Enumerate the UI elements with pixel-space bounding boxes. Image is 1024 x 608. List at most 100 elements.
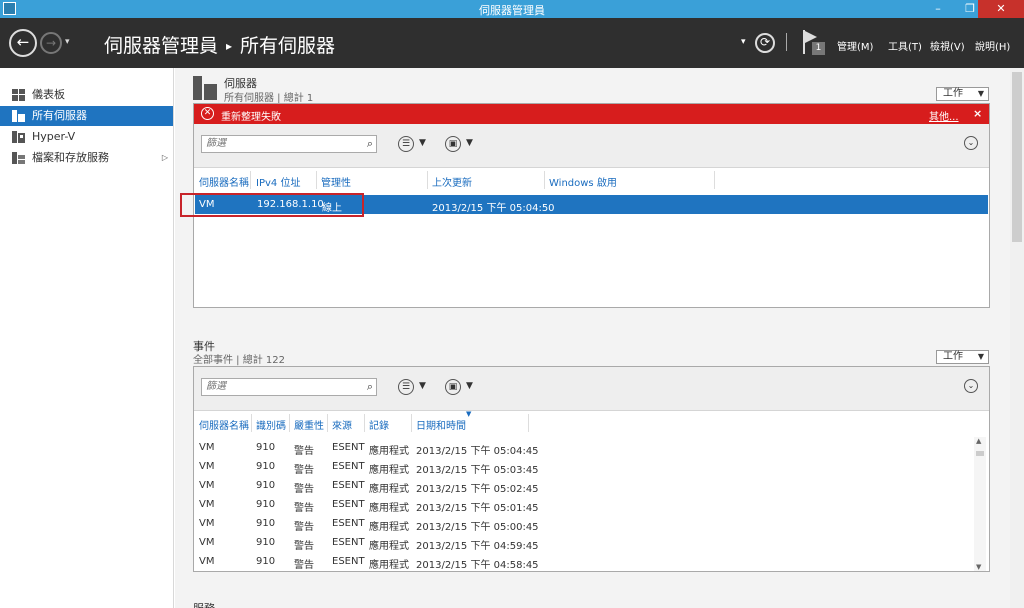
cell-severity: 警告 — [294, 560, 314, 571]
cell-log: 應用程式 — [369, 503, 409, 514]
tasks-label: 工作 — [943, 351, 963, 362]
cell-id: 910 — [256, 537, 276, 548]
cell-datetime: 2013/2/15 下午 05:00:45 — [416, 522, 539, 533]
list-view-dropdown[interactable]: ▼ — [419, 381, 426, 391]
dashboard-icon — [12, 89, 25, 101]
cell-source: ESENT — [332, 518, 365, 529]
cell-id: 910 — [256, 556, 276, 567]
header-divider — [786, 33, 787, 51]
scroll-up-icon[interactable]: ▲ — [976, 437, 981, 445]
cell-server-name: VM — [199, 518, 215, 529]
sidebar-item-label: Hyper-V — [32, 130, 76, 143]
events-filter-input[interactable]: 篩選 ⌕ — [201, 378, 377, 396]
col-id[interactable]: 識別碼 — [256, 417, 286, 432]
menu-view[interactable]: 檢視(V) — [930, 38, 965, 53]
sidebar: 儀表板 所有伺服器 Hyper-V 檔案和存放服務 ▷ — [0, 68, 174, 608]
cell-log: 應用程式 — [369, 541, 409, 552]
col-separator — [316, 171, 317, 189]
col-server-name[interactable]: 伺服器名稱 — [199, 174, 249, 189]
sidebar-item-dashboard[interactable]: 儀表板 — [0, 85, 173, 105]
cell-id: 910 — [256, 499, 276, 510]
menu-tools[interactable]: 工具(T) — [888, 38, 922, 53]
col-windows-activation[interactable]: Windows 啟用 — [549, 174, 617, 189]
sidebar-item-all-servers[interactable]: 所有伺服器 — [0, 106, 173, 126]
annotation-highlight-box — [180, 193, 364, 217]
cell-log: 應用程式 — [369, 522, 409, 533]
minimize-button[interactable]: – — [924, 0, 952, 18]
events-scrollbar[interactable]: ▲ ▼ — [974, 437, 986, 571]
sidebar-item-file-storage[interactable]: 檔案和存放服務 ▷ — [0, 148, 173, 168]
table-row[interactable]: VM 910 警告 ESENT 應用程式 2013/2/15 下午 05:00:45 — [199, 515, 979, 534]
cell-id: 910 — [256, 480, 276, 491]
cell-server-name: VM — [199, 480, 215, 491]
col-separator — [528, 414, 529, 432]
notifications-flag-icon[interactable]: 1 — [803, 30, 825, 56]
cell-source: ESENT — [332, 556, 365, 567]
save-query-dropdown[interactable]: ▼ — [466, 381, 473, 391]
error-more-link[interactable]: 其他... — [929, 108, 959, 123]
servers-filter-input[interactable]: 篩選 ⌕ — [201, 135, 377, 153]
col-separator — [251, 414, 252, 432]
cell-source: ESENT — [332, 499, 365, 510]
col-datetime[interactable]: 日期和時間 — [416, 417, 466, 432]
menu-help[interactable]: 說明(H) — [975, 38, 1010, 53]
col-ipv4[interactable]: IPv4 位址 — [256, 174, 300, 189]
refresh-icon[interactable]: ⟳ — [755, 33, 775, 53]
table-row[interactable]: VM 910 警告 ESENT 應用程式 2013/2/15 下午 04:58:45 — [199, 553, 979, 572]
list-view-icon[interactable]: ☰ — [398, 379, 414, 395]
col-source[interactable]: 來源 — [332, 417, 352, 432]
table-row[interactable]: VM 910 警告 ESENT 應用程式 2013/2/15 下午 05:03:45 — [199, 458, 979, 477]
table-row[interactable]: VM 910 警告 ESENT 應用程式 2013/2/15 下午 05:01:45 — [199, 496, 979, 515]
expand-icon[interactable]: ⌄ — [964, 379, 978, 393]
events-subtitle: 全部事件 | 總計 122 — [193, 355, 285, 366]
cell-datetime: 2013/2/15 下午 05:01:45 — [416, 503, 539, 514]
col-manageability[interactable]: 管理性 — [321, 174, 351, 189]
col-log[interactable]: 記錄 — [369, 417, 389, 432]
close-button[interactable]: ✕ — [978, 0, 1024, 18]
cell-source: ESENT — [332, 480, 365, 491]
events-tasks-button[interactable]: 工作 ▼ — [936, 350, 989, 364]
main-scrollbar-thumb[interactable] — [1012, 72, 1022, 242]
cell-id: 910 — [256, 442, 276, 453]
cell-log: 應用程式 — [369, 465, 409, 476]
list-view-dropdown[interactable]: ▼ — [419, 138, 426, 148]
save-query-dropdown[interactable]: ▼ — [466, 138, 473, 148]
events-scrollbar-thumb[interactable] — [976, 451, 984, 456]
list-view-icon[interactable]: ☰ — [398, 136, 414, 152]
table-row[interactable]: VM 910 警告 ESENT 應用程式 2013/2/15 下午 05:04:45 — [199, 439, 979, 458]
search-icon[interactable]: ⌕ — [367, 379, 373, 395]
col-separator — [411, 414, 412, 432]
col-separator — [250, 171, 251, 189]
col-separator — [289, 414, 290, 432]
window-title: 伺服器管理員 — [479, 4, 545, 17]
servers-subtitle: 所有伺服器 | 總計 1 — [224, 93, 314, 104]
save-query-icon[interactable]: ▣ — [445, 136, 461, 152]
services-title: 服務 — [193, 600, 215, 608]
sidebar-item-hyperv[interactable]: Hyper-V — [0, 127, 173, 147]
refresh-failed-banner: ✕ 重新整理失敗 其他... × — [194, 104, 989, 124]
col-severity[interactable]: 嚴重性 — [294, 417, 324, 432]
chevron-down-icon: ▼ — [977, 89, 984, 98]
cell-datetime: 2013/2/15 下午 05:04:45 — [416, 446, 539, 457]
cell-log: 應用程式 — [369, 446, 409, 457]
table-row[interactable]: VM 910 警告 ESENT 應用程式 2013/2/15 下午 04:59:45 — [199, 534, 979, 553]
expand-icon[interactable]: ⌄ — [964, 136, 978, 150]
sidebar-item-label: 儀表板 — [32, 88, 65, 101]
notification-count-badge: 1 — [812, 42, 825, 55]
scroll-down-icon[interactable]: ▼ — [976, 563, 981, 571]
col-server-name[interactable]: 伺服器名稱 — [199, 417, 249, 432]
refresh-dropdown[interactable]: ▾ — [741, 37, 746, 47]
save-query-icon[interactable]: ▣ — [445, 379, 461, 395]
servers-tasks-button[interactable]: 工作 ▼ — [936, 87, 989, 101]
error-message: 重新整理失敗 — [221, 112, 281, 123]
table-row[interactable]: VM 910 警告 ESENT 應用程式 2013/2/15 下午 05:02:45 — [199, 477, 979, 496]
col-last-update[interactable]: 上次更新 — [432, 174, 472, 189]
col-separator — [714, 171, 715, 189]
dismiss-error-button[interactable]: × — [973, 107, 982, 120]
tasks-label: 工作 — [943, 88, 963, 99]
main-scrollbar[interactable] — [1010, 68, 1024, 608]
search-icon[interactable]: ⌕ — [367, 136, 373, 152]
expand-arrow-icon[interactable]: ▷ — [162, 148, 168, 168]
cell-log: 應用程式 — [369, 484, 409, 495]
menu-manage[interactable]: 管理(M) — [837, 38, 873, 53]
